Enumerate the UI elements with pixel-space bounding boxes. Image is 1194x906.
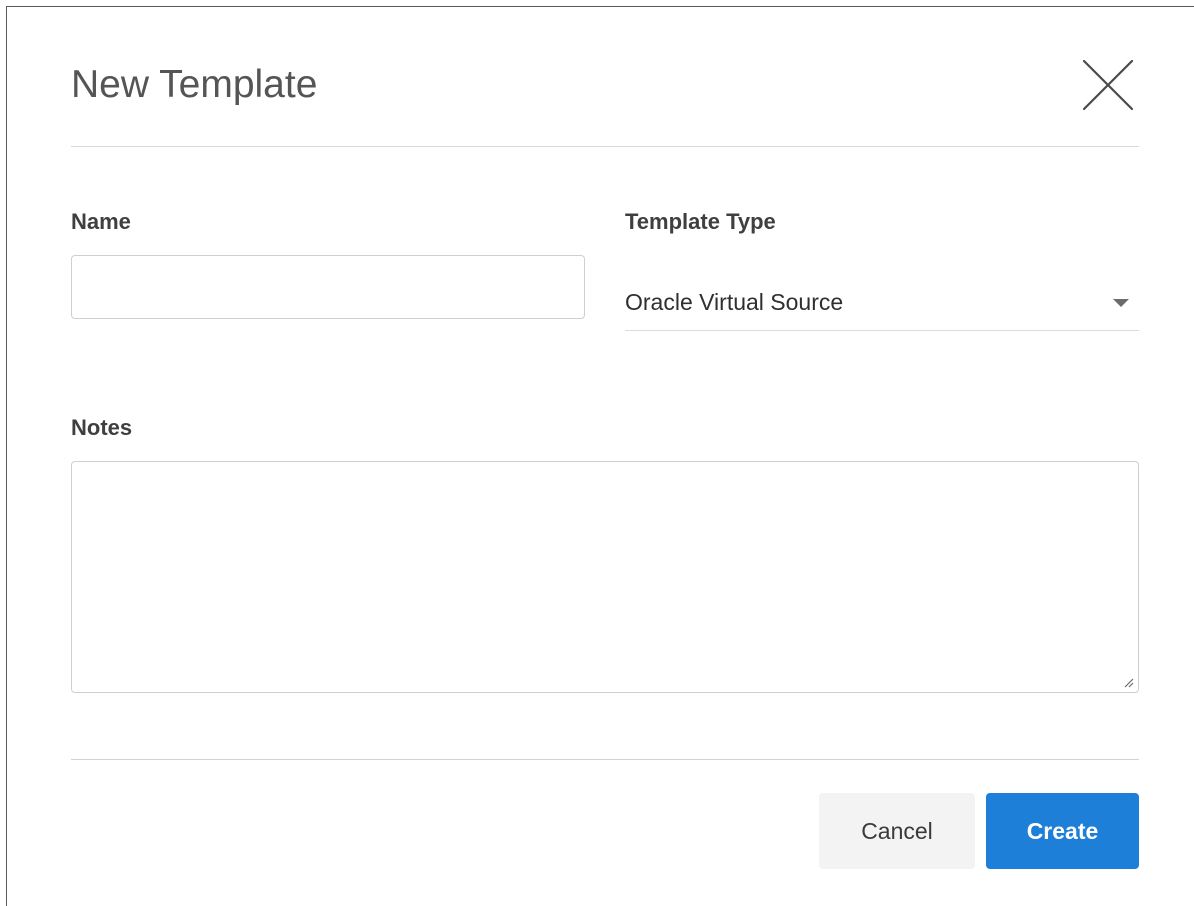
new-template-dialog: New Template Name Template Type Oracle V… bbox=[6, 6, 1194, 906]
cancel-button[interactable]: Cancel bbox=[819, 793, 975, 869]
name-input[interactable] bbox=[71, 255, 585, 319]
caret-down-icon bbox=[1113, 299, 1129, 307]
template-type-label: Template Type bbox=[625, 209, 776, 234]
close-button[interactable] bbox=[1080, 57, 1136, 113]
dialog-title: New Template bbox=[71, 63, 318, 106]
dialog-header: New Template bbox=[71, 7, 1139, 147]
notes-textarea[interactable] bbox=[71, 461, 1139, 693]
close-icon bbox=[1082, 59, 1134, 111]
template-type-value: Oracle Virtual Source bbox=[625, 289, 844, 315]
template-type-select[interactable]: Oracle Virtual Source bbox=[625, 273, 1139, 331]
notes-label: Notes bbox=[71, 415, 133, 440]
footer-divider bbox=[71, 759, 1139, 760]
create-button[interactable]: Create bbox=[986, 793, 1139, 869]
resize-handle-icon[interactable] bbox=[1122, 676, 1134, 688]
name-label: Name bbox=[71, 209, 131, 234]
